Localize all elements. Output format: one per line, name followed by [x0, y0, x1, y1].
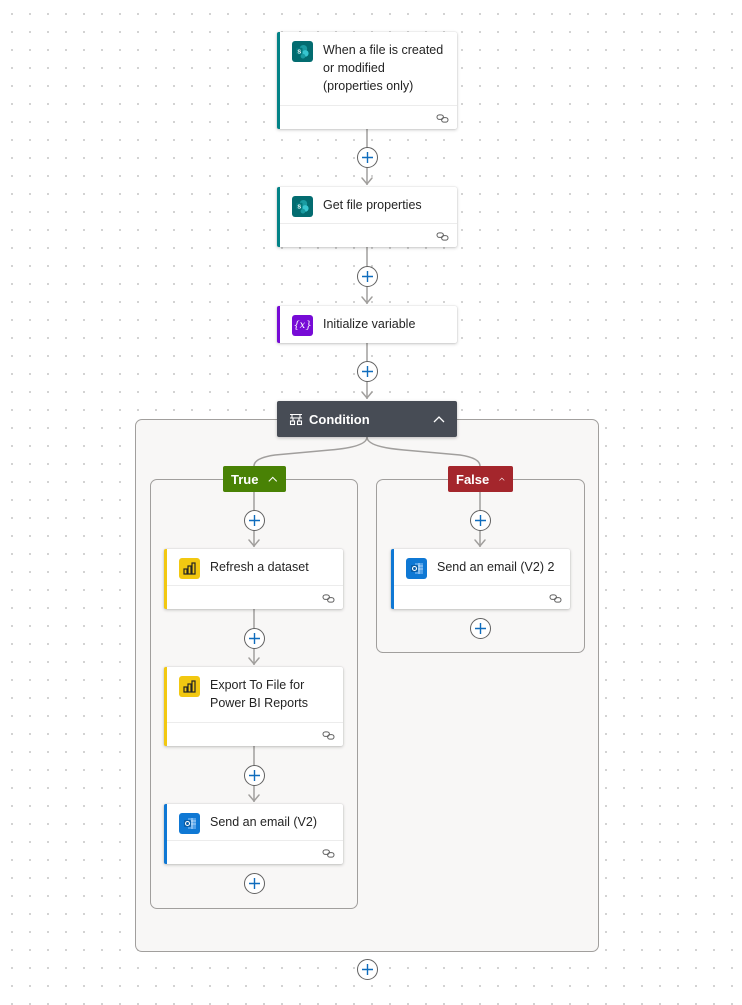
arrow-head	[361, 391, 373, 400]
trigger-card[interactable]: S When a file is created or modified (pr…	[277, 32, 457, 129]
plus-icon	[475, 623, 486, 634]
link-icon[interactable]	[322, 730, 335, 741]
action-title: Send an email (V2) 2	[437, 560, 555, 574]
plus-icon	[362, 271, 373, 282]
false-branch-label: False	[456, 471, 490, 487]
card-footer	[167, 840, 343, 864]
true-branch-label: True	[231, 471, 259, 487]
svg-text:S: S	[297, 204, 301, 210]
action-card-send-email[interactable]: Send an email (V2)	[164, 804, 343, 864]
plus-icon	[249, 633, 260, 644]
sharepoint-icon: S	[292, 196, 313, 217]
chevron-up-icon[interactable]	[433, 415, 445, 423]
power-bi-icon	[179, 676, 200, 697]
card-footer	[167, 722, 343, 746]
plus-icon	[249, 878, 260, 889]
add-step-button[interactable]	[470, 510, 491, 531]
card-footer	[394, 585, 570, 609]
action-card-initialize-variable[interactable]: {x} Initialize variable	[277, 306, 457, 343]
action-title: Refresh a dataset	[210, 560, 309, 574]
chevron-up-icon[interactable]	[499, 475, 505, 483]
link-icon[interactable]	[436, 113, 449, 124]
plus-icon	[249, 515, 260, 526]
add-step-button[interactable]	[244, 873, 265, 894]
outlook-icon	[179, 813, 200, 834]
power-bi-icon	[179, 558, 200, 579]
plus-icon	[362, 152, 373, 163]
add-step-button[interactable]	[244, 510, 265, 531]
action-title: Initialize variable	[323, 317, 416, 331]
add-step-button[interactable]	[357, 147, 378, 168]
action-title: Get file properties	[323, 198, 422, 212]
false-branch-badge[interactable]: False	[448, 466, 513, 492]
plus-icon	[249, 770, 260, 781]
action-card-send-email-2[interactable]: Send an email (V2) 2	[391, 549, 570, 609]
action-card-refresh-dataset[interactable]: Refresh a dataset	[164, 549, 343, 609]
add-step-button[interactable]	[244, 628, 265, 649]
link-icon[interactable]	[322, 848, 335, 859]
sharepoint-icon: S	[292, 41, 313, 62]
plus-icon	[475, 515, 486, 526]
arrow-head	[361, 296, 373, 305]
card-footer	[167, 585, 343, 609]
variable-icon: {x}	[292, 315, 313, 336]
condition-icon	[289, 413, 303, 425]
link-icon[interactable]	[436, 231, 449, 242]
add-step-button[interactable]	[357, 361, 378, 382]
link-icon[interactable]	[322, 593, 335, 604]
add-step-button[interactable]	[244, 765, 265, 786]
chevron-up-icon[interactable]	[268, 475, 278, 483]
card-footer	[280, 223, 457, 247]
true-branch-badge[interactable]: True	[223, 466, 286, 492]
action-title: Send an email (V2)	[210, 815, 318, 829]
plus-icon	[362, 964, 373, 975]
condition-title: Condition	[309, 411, 370, 427]
add-step-button[interactable]	[470, 618, 491, 639]
arrow-head	[361, 177, 373, 186]
action-title: Export To File for Power BI Reports	[210, 678, 308, 710]
action-card-export-to-file[interactable]: Export To File for Power BI Reports	[164, 667, 343, 746]
link-icon[interactable]	[549, 593, 562, 604]
add-step-button[interactable]	[357, 266, 378, 287]
svg-text:S: S	[297, 49, 301, 55]
outlook-icon	[406, 558, 427, 579]
action-card-get-file-properties[interactable]: S Get file properties	[277, 187, 457, 247]
card-footer	[280, 105, 457, 129]
add-step-button[interactable]	[357, 959, 378, 980]
condition-header[interactable]: Condition	[277, 401, 457, 437]
plus-icon	[362, 366, 373, 377]
trigger-title: When a file is created or modified (prop…	[323, 43, 444, 93]
